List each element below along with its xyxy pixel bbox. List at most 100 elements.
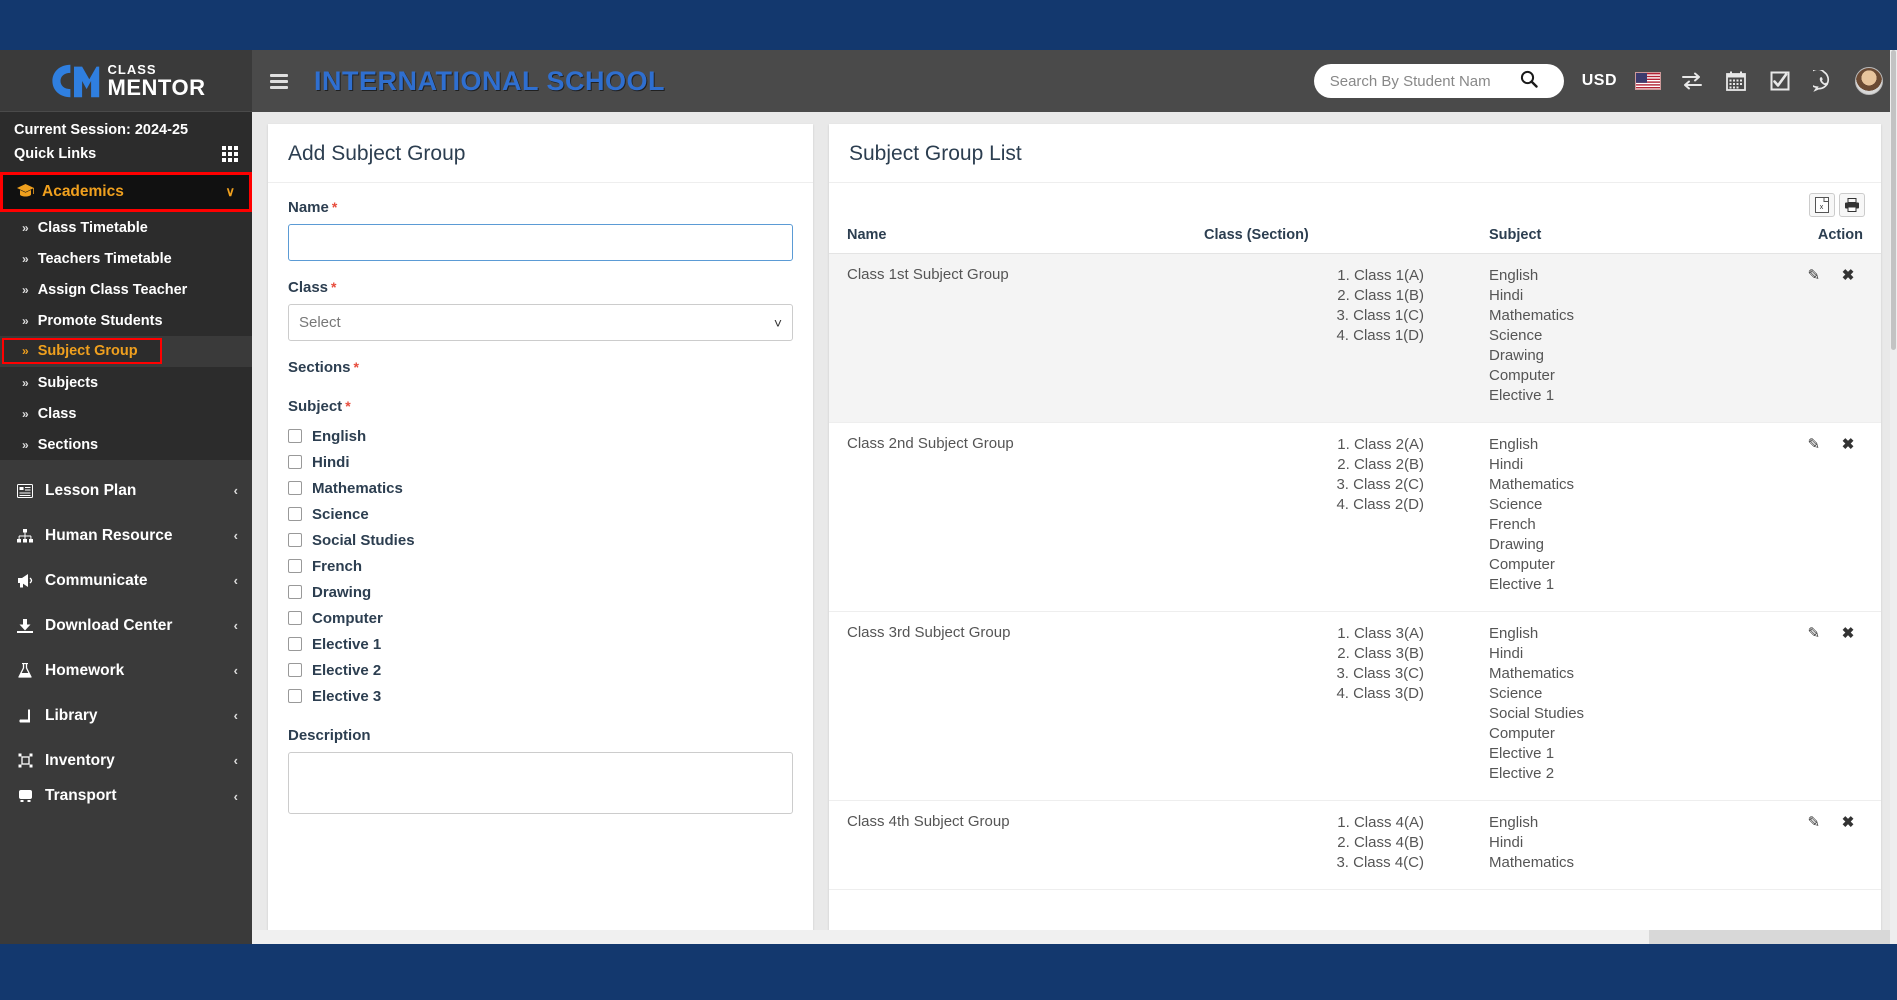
checkbox-icon[interactable] [288,455,302,469]
table-row[interactable]: Class 3rd Subject Group 1. Class 3(A) 2.… [829,611,1881,801]
subject-group-table: Name Class (Section) Subject Action Clas… [829,221,1881,890]
class-line: 1. Class 4(A) [1337,814,1424,831]
table-row[interactable]: Class 2nd Subject Group 1. Class 2(A) 2.… [829,422,1881,612]
grid-icon[interactable] [222,146,238,162]
sidebar-item-teachers-timetable[interactable]: » Teachers Timetable [0,243,252,274]
class-select[interactable]: Select ˅ [288,304,793,341]
checkbox-icon[interactable] [288,689,302,703]
sidebar-item-academics[interactable]: Academics ∨ [0,172,252,212]
hamburger-menu-icon[interactable] [270,73,288,89]
row-actions: ✎ ✖ [1759,611,1881,801]
checkbox-icon[interactable] [288,559,302,573]
quick-links-row[interactable]: Quick Links [0,142,252,172]
excel-export-icon[interactable]: x [1809,193,1835,217]
sidebar-item-library[interactable]: Library ‹ [0,693,252,738]
checkbox-icon[interactable] [288,637,302,651]
sidebar-item-subject-group[interactable]: » Subject Group [2,338,162,364]
print-icon[interactable] [1839,193,1865,217]
list-title: Subject Group List [849,142,1022,165]
table-row[interactable]: Class 4th Subject Group 1. Class 4(A) 2.… [829,800,1881,890]
search-icon[interactable] [1520,70,1538,93]
sidebar-item-download-center[interactable]: Download Center ‹ [0,603,252,648]
row-classes: 1. Class 3(A) 2. Class 3(B) 3. Class 3(C… [1204,611,1489,801]
subject-checkbox-english[interactable]: English [288,423,793,449]
close-x-icon[interactable]: ✖ [1833,813,1863,831]
checkbox-icon[interactable] [288,481,302,495]
class-line: 2. Class 4(B) [1337,834,1424,851]
subject-checkbox-drawing[interactable]: Drawing [288,579,793,605]
sidebar-item-class[interactable]: » Class [0,398,252,429]
sidebar-item-communicate[interactable]: Communicate ‹ [0,558,252,603]
vertical-scrollbar-thumb[interactable] [1891,50,1896,350]
subject-label: Subject * [288,398,793,415]
sidebar-item-assign-class-teacher[interactable]: » Assign Class Teacher [0,274,252,305]
checkbox-icon[interactable] [288,533,302,547]
sidebar-item-class-timetable[interactable]: » Class Timetable [0,212,252,243]
subject-checkbox-label: English [312,427,367,445]
sidebar-sub-label: Class [37,405,77,422]
exchange-icon[interactable] [1679,68,1705,94]
subject-checkbox-hindi[interactable]: Hindi [288,449,793,475]
brand-logo[interactable]: CLASS MENTOR [0,50,252,112]
checkbox-icon[interactable] [288,429,302,443]
pencil-icon[interactable]: ✎ [1799,813,1829,831]
subject-line: English [1489,625,1539,642]
checkbox-icon[interactable] [288,611,302,625]
pencil-icon[interactable]: ✎ [1799,435,1829,453]
sidebar-item-human-resource[interactable]: Human Resource ‹ [0,513,252,558]
vertical-scrollbar[interactable] [1890,50,1897,944]
close-x-icon[interactable]: ✖ [1833,435,1863,453]
pencil-icon[interactable]: ✎ [1799,624,1829,642]
subject-checkbox-social-studies[interactable]: Social Studies [288,527,793,553]
class-line: 2. Class 3(B) [1337,645,1424,662]
sidebar-item-lesson-plan[interactable]: Lesson Plan ‹ [0,468,252,513]
search-input[interactable] [1329,72,1520,90]
currency-label[interactable]: USD [1582,72,1617,90]
search-box[interactable] [1313,64,1564,98]
sidebar-main-label: Homework [45,661,125,679]
us-flag-icon[interactable] [1635,72,1661,90]
checkbox-icon[interactable] [288,663,302,677]
checkbox-icon[interactable] [288,585,302,599]
row-name: Class 3rd Subject Group [829,611,1204,801]
sidebar-item-promote-students[interactable]: » Promote Students [0,305,252,336]
sidebar-item-subjects[interactable]: » Subjects [0,367,252,398]
megaphone-icon [14,573,36,588]
sidebar-item-transport[interactable]: Transport ‹ [0,783,252,809]
sidebar-submenu: » Class Timetable » Teachers Timetable »… [0,212,252,460]
subject-checkbox-mathematics[interactable]: Mathematics [288,475,793,501]
subject-checkbox-computer[interactable]: Computer [288,605,793,631]
chevron-double-right-icon: » [22,437,29,452]
subject-line: Elective 1 [1489,387,1555,404]
subject-checkbox-label: Drawing [312,583,372,601]
name-label-text: Name [288,199,329,216]
description-textarea[interactable] [288,752,793,814]
sidebar-item-homework[interactable]: Homework ‹ [0,648,252,693]
checkbox-task-icon[interactable] [1767,68,1793,94]
sidebar-item-inventory[interactable]: Inventory ‹ [0,738,252,783]
sidebar-item-sections[interactable]: » Sections [0,429,252,460]
chevron-down-icon: ∨ [225,184,235,199]
subject-checkbox-elective-3[interactable]: Elective 3 [288,683,793,709]
avatar[interactable] [1855,67,1883,95]
whatsapp-icon[interactable] [1811,68,1837,94]
subject-checkbox-elective-1[interactable]: Elective 1 [288,631,793,657]
flask-icon [14,663,36,678]
horizontal-scrollbar-thumb[interactable] [1649,930,1897,944]
subject-checkbox-elective-2[interactable]: Elective 2 [288,657,793,683]
pencil-icon[interactable]: ✎ [1799,266,1829,284]
close-x-icon[interactable]: ✖ [1833,624,1863,642]
calendar-icon[interactable] [1723,68,1749,94]
subject-checkbox-science[interactable]: Science [288,501,793,527]
name-input[interactable] [288,224,793,261]
table-row[interactable]: Class 1st Subject Group 1. Class 1(A) 2.… [829,253,1881,423]
row-subjects: English Hindi Mathematics Science Social… [1489,611,1759,801]
close-x-icon[interactable]: ✖ [1833,266,1863,284]
checkbox-icon[interactable] [288,507,302,521]
horizontal-scrollbar[interactable] [252,930,1897,944]
sidebar-main-label: Lesson Plan [45,481,137,499]
subject-checkbox-french[interactable]: French [288,553,793,579]
subject-line: English [1489,267,1539,284]
sidebar-sub-label: Subjects [37,374,99,391]
column-header-action: Action [1759,221,1881,254]
